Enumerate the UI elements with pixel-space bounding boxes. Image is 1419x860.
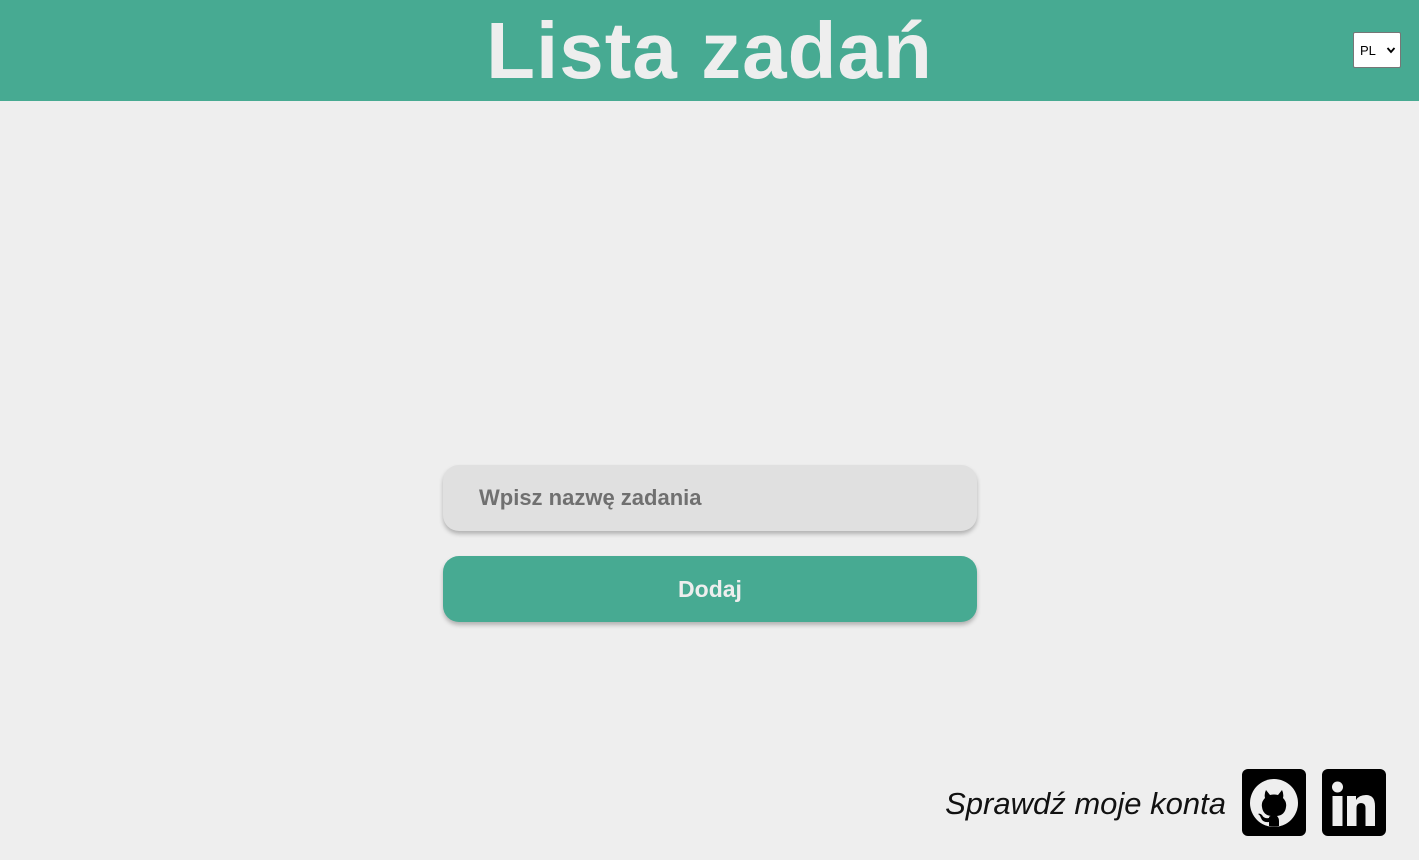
linkedin-link[interactable]: [1322, 769, 1386, 836]
github-icon: [1250, 778, 1298, 827]
linkedin-icon: [1332, 781, 1375, 826]
chevron-down-icon: [1386, 47, 1396, 54]
page-title: Lista zadań: [486, 6, 933, 95]
language-select[interactable]: PL: [1353, 32, 1401, 68]
task-name-input[interactable]: Wpisz nazwę zadania: [443, 465, 977, 531]
github-link[interactable]: [1242, 769, 1306, 836]
task-name-placeholder: Wpisz nazwę zadania: [479, 485, 702, 510]
language-select-value: PL: [1360, 42, 1376, 58]
footer-accounts-text: Sprawdź moje konta: [945, 786, 1226, 821]
add-task-button-label: Dodaj: [678, 575, 742, 602]
add-task-button[interactable]: Dodaj: [443, 556, 977, 622]
